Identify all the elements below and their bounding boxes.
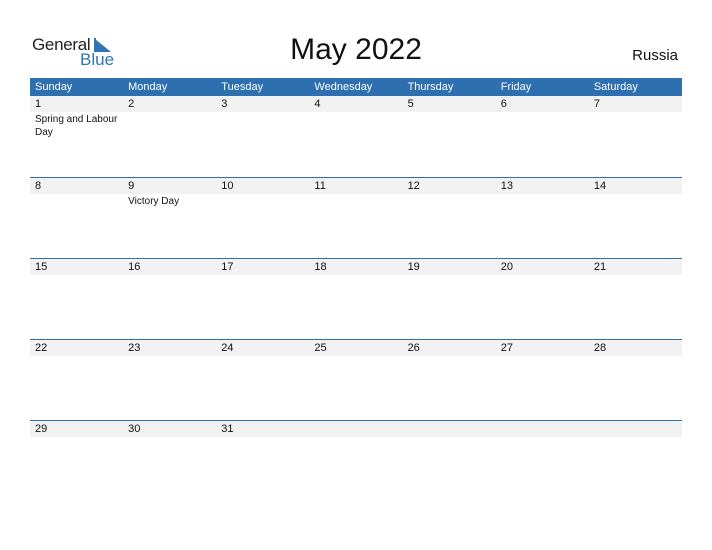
weekday-saturday: Saturday: [593, 81, 638, 93]
day-number: 4: [314, 98, 321, 110]
holiday-label: [589, 437, 682, 438]
holiday-label: [309, 112, 402, 139]
holiday-label: [589, 356, 682, 357]
holiday-label: [403, 112, 496, 139]
holiday-label: [123, 437, 216, 438]
event-row: Victory Day: [30, 194, 682, 208]
holiday-label: [216, 437, 309, 438]
event-row: Spring and Labour Day: [30, 112, 682, 139]
page-title: May 2022: [290, 33, 422, 66]
date-row: 1 2 3 4 5 6 7: [30, 96, 682, 112]
calendar: Sunday Monday Tuesday Wednesday Thursday…: [30, 78, 682, 501]
holiday-label: [589, 275, 682, 276]
holiday-label: [496, 437, 589, 438]
week-row: 1 2 3 4 5 6 7 Spring and Labour Day: [30, 96, 682, 177]
day-number: 22: [35, 342, 48, 354]
day-number: 9: [128, 180, 135, 192]
holiday-label: [496, 194, 589, 208]
day-number: 30: [128, 423, 141, 435]
day-number: 18: [314, 261, 327, 273]
day-number: 3: [221, 98, 228, 110]
event-row: [30, 356, 682, 357]
day-number: 19: [407, 261, 420, 273]
weekday-monday: Monday: [128, 81, 168, 93]
day-number: 16: [128, 261, 141, 273]
country-label: Russia: [632, 47, 678, 64]
holiday-label: [403, 194, 496, 208]
day-number: 29: [35, 423, 48, 435]
day-number: 13: [500, 180, 513, 192]
week-row: 29 30 31: [30, 420, 682, 501]
day-number: 26: [407, 342, 420, 354]
week-row: 8 9 10 11 12 13 14 Victory Day: [30, 177, 682, 258]
weekday-thursday: Thursday: [407, 81, 454, 93]
holiday-label: [589, 112, 682, 139]
day-number: 21: [593, 261, 607, 273]
holiday-label: [123, 356, 216, 357]
holiday-label: [309, 437, 402, 438]
holiday-label: [30, 275, 123, 276]
holiday-label: [496, 356, 589, 357]
day-number: [496, 421, 589, 437]
event-row: [30, 437, 682, 438]
holiday-label: [30, 437, 123, 438]
holiday-label: [123, 275, 216, 276]
day-number: 2: [128, 98, 135, 110]
date-row: 22 23 24 25 26 27 28: [30, 340, 682, 356]
day-number: 14: [593, 180, 607, 192]
day-number: 8: [35, 180, 42, 192]
week-row: 22 23 24 25 26 27 28: [30, 339, 682, 420]
day-number: 6: [500, 98, 507, 110]
day-number: 1: [35, 98, 42, 110]
day-number: 5: [407, 98, 414, 110]
day-number: [309, 421, 402, 437]
day-number: 20: [500, 261, 513, 273]
day-number: 24: [221, 342, 234, 354]
holiday-label: Spring and Labour Day: [35, 114, 118, 138]
holiday-label: [216, 112, 309, 139]
holiday-label: [496, 112, 589, 139]
day-number: 11: [314, 180, 326, 192]
holiday-label: [216, 194, 309, 208]
weekday-sunday: Sunday: [35, 81, 73, 93]
day-number: [589, 421, 682, 437]
weekday-wednesday: Wednesday: [314, 81, 373, 93]
holiday-label: [216, 275, 309, 276]
day-number: 28: [593, 342, 607, 354]
day-number: 17: [221, 261, 234, 273]
holiday-label: Victory Day: [128, 196, 180, 207]
holiday-label: [403, 356, 496, 357]
day-number: [403, 421, 496, 437]
event-row: [30, 275, 682, 276]
day-number: 27: [500, 342, 513, 354]
weeks: 1 2 3 4 5 6 7 Spring and Labour Day 8 9 10 11 12 13 14…: [30, 96, 682, 501]
holiday-label: [403, 437, 496, 438]
holiday-label: [30, 194, 123, 208]
weekday-tuesday: Tuesday: [221, 81, 264, 93]
holiday-label: [30, 356, 123, 357]
day-number: 15: [35, 261, 48, 273]
day-number: 31: [221, 423, 234, 435]
holiday-label: [589, 194, 682, 208]
holiday-label: [123, 112, 216, 139]
date-row: 15 16 17 18 19 20 21: [30, 259, 682, 275]
date-row: 8 9 10 11 12 13 14: [30, 178, 682, 194]
day-number: 23: [128, 342, 141, 354]
holiday-label: [309, 194, 402, 208]
week-row: 15 16 17 18 19 20 21: [30, 258, 682, 339]
holiday-label: [309, 275, 402, 276]
weekday-header: Sunday Monday Tuesday Wednesday Thursday…: [30, 78, 682, 96]
day-number: 25: [314, 342, 327, 354]
holiday-label: [216, 356, 309, 357]
day-number: 12: [407, 180, 420, 192]
holiday-label: [403, 275, 496, 276]
day-number: 10: [221, 180, 234, 192]
holiday-label: [496, 275, 589, 276]
date-row: 29 30 31: [30, 421, 682, 437]
day-number: 7: [593, 98, 600, 110]
weekday-friday: Friday: [500, 81, 532, 93]
holiday-label: [309, 356, 402, 357]
